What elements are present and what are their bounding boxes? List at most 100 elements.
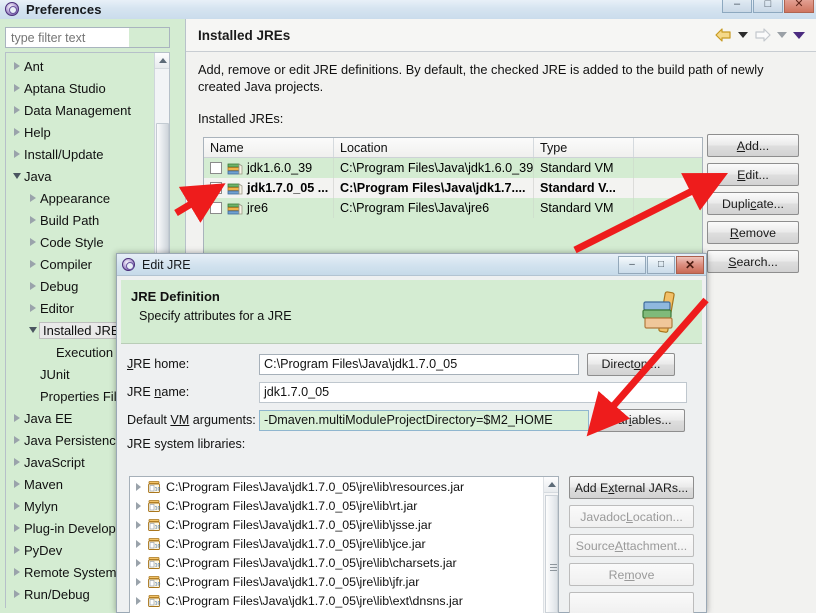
sidebar-item-aptana-studio[interactable]: Aptana Studio <box>6 77 156 99</box>
dialog-maximize-button[interactable]: □ <box>647 255 675 274</box>
chevron-right-icon[interactable] <box>26 260 40 268</box>
chevron-down-icon[interactable] <box>10 173 24 179</box>
chevron-down-icon[interactable] <box>26 327 40 333</box>
table-row[interactable]: jdk1.6.0_39 C:\Program Files\Java\jdk1.6.… <box>204 158 702 178</box>
sidebar-item-label: Aptana Studio <box>24 80 106 96</box>
maximize-button[interactable]: □ <box>753 0 783 13</box>
chevron-right-icon[interactable] <box>136 577 141 586</box>
jre-name-cell[interactable]: jdk1.7.0_05 ... <box>204 178 334 198</box>
library-scroll-up-icon[interactable] <box>544 477 558 493</box>
sidebar-item-java[interactable]: Java <box>6 165 156 187</box>
library-path: C:\Program Files\Java\jdk1.7.0_05\jre\li… <box>166 593 463 608</box>
jar-icon: 10 <box>147 480 161 494</box>
chevron-right-icon[interactable] <box>10 436 24 444</box>
search-button[interactable]: Search... <box>707 250 799 273</box>
sidebar-item-label: Appearance <box>40 190 111 206</box>
directory-button[interactable]: Direct o ry... <box>587 352 675 376</box>
chevron-right-icon[interactable] <box>10 414 24 422</box>
chevron-right-icon[interactable] <box>10 150 24 158</box>
sidebar-item-build-path[interactable]: Build Path <box>6 209 156 231</box>
back-menu-chevron-down-icon[interactable] <box>738 32 748 38</box>
sidebar-item-install-update[interactable]: Install/Update <box>6 143 156 165</box>
jre-checkbox[interactable] <box>210 202 222 214</box>
chevron-right-icon[interactable] <box>136 596 141 605</box>
remove-button[interactable]: Remove <box>707 221 799 244</box>
table-row[interactable]: jre6 C:\Program Files\Java\jre6 Standard V… <box>204 198 702 218</box>
sidebar-item-help[interactable]: Help <box>6 121 156 143</box>
nav-toolbar <box>715 28 816 42</box>
jre-name-cell[interactable]: jre6 <box>204 198 334 218</box>
chevron-right-icon[interactable] <box>26 238 40 246</box>
list-item[interactable]: 10 C:\Program Files\Java\jdk1.7.0_05\jre\… <box>130 477 558 496</box>
chevron-right-icon[interactable] <box>10 480 24 488</box>
add-external-jars-button[interactable]: Add Ex ternal JARs... <box>569 476 694 499</box>
list-item[interactable]: 10 C:\Program Files\Java\jdk1.7.0_05\jre\… <box>130 496 558 515</box>
chevron-right-icon[interactable] <box>10 84 24 92</box>
field-input-default-vm-arguments[interactable]: -Dmaven.multiModuleProjectDirectory=$M2_… <box>259 409 589 431</box>
filter-clear-area <box>129 28 169 47</box>
sidebar-item-label: PyDev <box>24 542 63 558</box>
list-item[interactable]: 10 C:\Program Files\Java\jdk1.7.0_05\jre\… <box>130 591 558 610</box>
chevron-right-icon[interactable] <box>10 568 24 576</box>
close-button[interactable]: ✕ <box>784 0 814 13</box>
chevron-right-icon[interactable] <box>136 482 141 491</box>
list-item[interactable]: 10 C:\Program Files\Java\jdk1.7.0_05\jre\… <box>130 515 558 534</box>
chevron-right-icon[interactable] <box>10 524 24 532</box>
add-button[interactable]: Add... <box>707 134 799 157</box>
library-scroll-thumb[interactable] <box>545 495 558 613</box>
sidebar-item-ant[interactable]: Ant <box>6 55 156 77</box>
column-header-type[interactable]: Type <box>534 138 634 157</box>
list-item[interactable]: 10 C:\Program Files\Java\jdk1.7.0_05\jre\… <box>130 534 558 553</box>
chevron-right-icon[interactable] <box>26 216 40 224</box>
table-row[interactable]: jdk1.7.0_05 ... C:\Program Files\Java\jdk… <box>204 178 702 198</box>
field-input-jre-home[interactable]: C:\Program Files\Java\jdk1.7.0_05 <box>259 353 579 375</box>
jre-location-cell: C:\Program Files\Java\jre6 <box>334 198 534 218</box>
library-scrollbar[interactable] <box>543 477 558 613</box>
variables-button[interactable]: Var i ables... <box>597 408 685 432</box>
sidebar-item-label: Editor <box>40 300 74 316</box>
installed-jres-table[interactable]: Name Location Type jdk1.6.0_39 C:\Program F… <box>203 137 703 265</box>
minimize-button[interactable]: – <box>722 0 752 13</box>
chevron-right-icon[interactable] <box>10 502 24 510</box>
chevron-right-icon[interactable] <box>26 282 40 290</box>
svg-text:10: 10 <box>155 581 161 587</box>
field-input-jre-name[interactable]: jdk1.7.0_05 <box>259 381 687 403</box>
chevron-right-icon[interactable] <box>136 520 141 529</box>
dialog-form: JRE home: C:\Program Files\Java\jdk1.7.0_… <box>117 350 708 451</box>
chevron-right-icon[interactable] <box>26 194 40 202</box>
dialog-minimize-button[interactable]: – <box>618 255 646 274</box>
chevron-right-icon[interactable] <box>10 128 24 136</box>
chevron-right-icon[interactable] <box>10 106 24 114</box>
chevron-right-icon[interactable] <box>10 458 24 466</box>
jre-system-libraries-list[interactable]: 10 C:\Program Files\Java\jdk1.7.0_05\jre\… <box>129 476 559 613</box>
view-menu-chevron-down-icon[interactable] <box>793 31 805 39</box>
chevron-right-icon[interactable] <box>136 539 141 548</box>
chevron-right-icon[interactable] <box>26 304 40 312</box>
column-header-extra[interactable] <box>634 138 702 157</box>
column-header-location[interactable]: Location <box>334 138 534 157</box>
sidebar-item-code-style[interactable]: Code Style <box>6 231 156 253</box>
jre-checkbox[interactable] <box>210 162 222 174</box>
chevron-right-icon[interactable] <box>10 62 24 70</box>
dialog-close-button[interactable]: ✕ <box>676 255 704 274</box>
scroll-up-icon[interactable] <box>155 53 169 69</box>
chevron-right-icon[interactable] <box>136 501 141 510</box>
sidebar-item-appearance[interactable]: Appearance <box>6 187 156 209</box>
filter-box[interactable] <box>5 27 170 48</box>
duplicate-button[interactable]: Dupli c ate... <box>707 192 799 215</box>
edit-button[interactable]: Edit... <box>707 163 799 186</box>
list-item[interactable]: 10 C:\Program Files\Java\jdk1.7.0_05\jre\… <box>130 553 558 572</box>
sidebar-item-label: Ant <box>24 58 44 74</box>
chevron-right-icon[interactable] <box>10 590 24 598</box>
sidebar-item-data-management[interactable]: Data Management <box>6 99 156 121</box>
jre-name-cell[interactable]: jdk1.6.0_39 <box>204 158 334 178</box>
column-header-name[interactable]: Name <box>204 138 334 157</box>
back-arrow-icon[interactable] <box>715 28 732 42</box>
chevron-right-icon[interactable] <box>136 558 141 567</box>
chevron-right-icon[interactable] <box>10 546 24 554</box>
search-input[interactable] <box>9 29 127 46</box>
jre-action-buttons: Add... Edit... Dupli c ate... Remove Search... <box>707 134 805 279</box>
list-item[interactable]: 10 C:\Program Files\Java\jdk1.7.0_05\jre\… <box>130 572 558 591</box>
jre-icon <box>227 202 243 215</box>
jre-checkbox[interactable] <box>210 182 222 194</box>
